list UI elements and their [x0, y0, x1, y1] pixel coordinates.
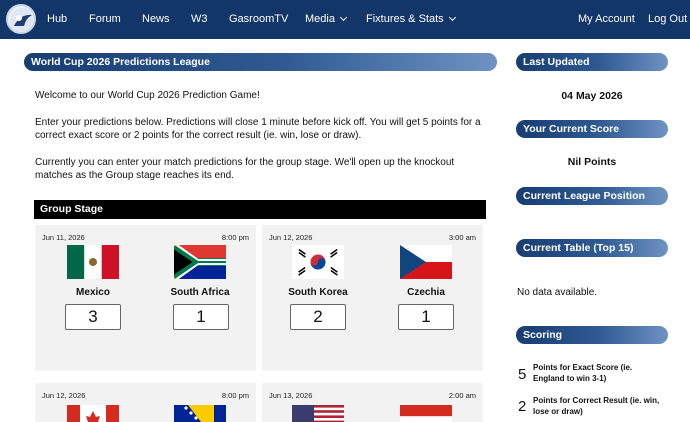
away-score-input[interactable]: 1: [173, 304, 229, 330]
chevron-down-icon: [339, 13, 348, 22]
match-card: Jun 13, 2026 2:00 am: [262, 383, 483, 422]
scoring-header: Scoring: [516, 326, 668, 344]
scoring-points: 2: [518, 398, 527, 415]
away-team-name: South Africa: [170, 287, 230, 298]
scoring-description: Points for Correct Result (ie. win, lose…: [533, 395, 673, 417]
scoring-description: Points for Exact Score (ie. England to w…: [533, 362, 673, 384]
home-score-input[interactable]: 2: [290, 304, 346, 330]
match-card: Jun 12, 2026 8:00 pm: [35, 383, 256, 422]
flag-paraguay-icon: [400, 405, 452, 422]
current-text-2: matches as the Group stage reaches its e…: [35, 170, 234, 181]
nav-fixtures-stats[interactable]: Fixtures & Stats: [366, 13, 456, 25]
match-date: Jun 13, 2026: [269, 391, 313, 400]
rules-text-1: Enter your predictions below. Prediction…: [35, 117, 481, 128]
match-time: 2:00 am: [448, 391, 476, 400]
group-stage-header: Group Stage: [34, 200, 486, 219]
chevron-down-icon: [448, 13, 456, 22]
home-team-name: Mexico: [76, 287, 110, 298]
nav-w3[interactable]: W3: [191, 13, 208, 25]
last-updated-value: 04 May 2026: [561, 90, 623, 102]
flag-canada-icon: [67, 405, 119, 422]
away-team-name: Czechia: [407, 287, 445, 298]
nav-hub[interactable]: Hub: [47, 13, 67, 25]
current-score-header: Your Current Score: [516, 120, 668, 138]
scoring-description-line: Points for Correct Result (ie. win,: [533, 396, 660, 405]
match-date: Jun 12, 2026: [42, 391, 86, 400]
away-score-input[interactable]: 1: [398, 304, 454, 330]
nav-fixtures-label: Fixtures & Stats: [366, 13, 444, 25]
nav-my-account[interactable]: My Account: [578, 13, 635, 25]
flag-south-africa-icon: [174, 245, 226, 279]
flag-bosnia-icon: [174, 405, 226, 422]
home-score-input[interactable]: 3: [65, 304, 121, 330]
match-time: 3:00 am: [448, 233, 476, 242]
page-title-bar: World Cup 2026 Predictions League: [24, 53, 497, 71]
scoring-description-line: England to win 3-1): [533, 374, 607, 383]
nav-forum[interactable]: Forum: [89, 13, 121, 25]
intro-text: Welcome to our World Cup 2026 Prediction…: [35, 90, 260, 101]
flag-usa-icon: [292, 405, 344, 422]
match-time: 8:00 pm: [221, 391, 249, 400]
nav-media-label: Media: [305, 13, 335, 25]
nav-media[interactable]: Media: [305, 13, 348, 25]
table-empty-text: No data available.: [517, 287, 598, 298]
match-date: Jun 11, 2026: [42, 233, 85, 242]
nav-gasroomtv[interactable]: GasroomTV: [229, 13, 288, 25]
last-updated-header: Last Updated: [516, 53, 668, 71]
current-text-1: Currently you can enter your match predi…: [35, 157, 455, 168]
nav-news[interactable]: News: [142, 13, 170, 25]
match-date: Jun 12, 2026: [269, 233, 313, 242]
nav-log-out[interactable]: Log Out: [648, 13, 687, 25]
current-table-header: Current Table (Top 15): [516, 239, 668, 257]
scoring-description-line: lose or draw): [533, 407, 583, 416]
top-nav: Hub Forum News W3 GasroomTV Media Fixtur…: [0, 0, 690, 39]
flag-czechia-icon: [400, 245, 452, 279]
match-card: Jun 12, 2026 3:00 am South Korea Czechia…: [262, 225, 483, 371]
scoring-points: 5: [518, 366, 527, 383]
flag-mexico-icon: [67, 245, 119, 279]
scoring-description-line: Points for Exact Score (ie.: [533, 363, 633, 372]
home-team-name: South Korea: [288, 287, 348, 298]
league-position-header: Current League Position: [516, 187, 668, 205]
flag-south-korea-icon: [292, 245, 344, 279]
current-score-value: Nil Points: [567, 156, 617, 168]
match-card: Jun 11, 2026 8:00 pm Mexico South Africa…: [35, 225, 256, 371]
site-logo-icon[interactable]: [6, 4, 36, 34]
match-time: 8:00 pm: [221, 233, 249, 242]
rules-text-2: correct exact score or 2 points for the …: [35, 130, 362, 141]
